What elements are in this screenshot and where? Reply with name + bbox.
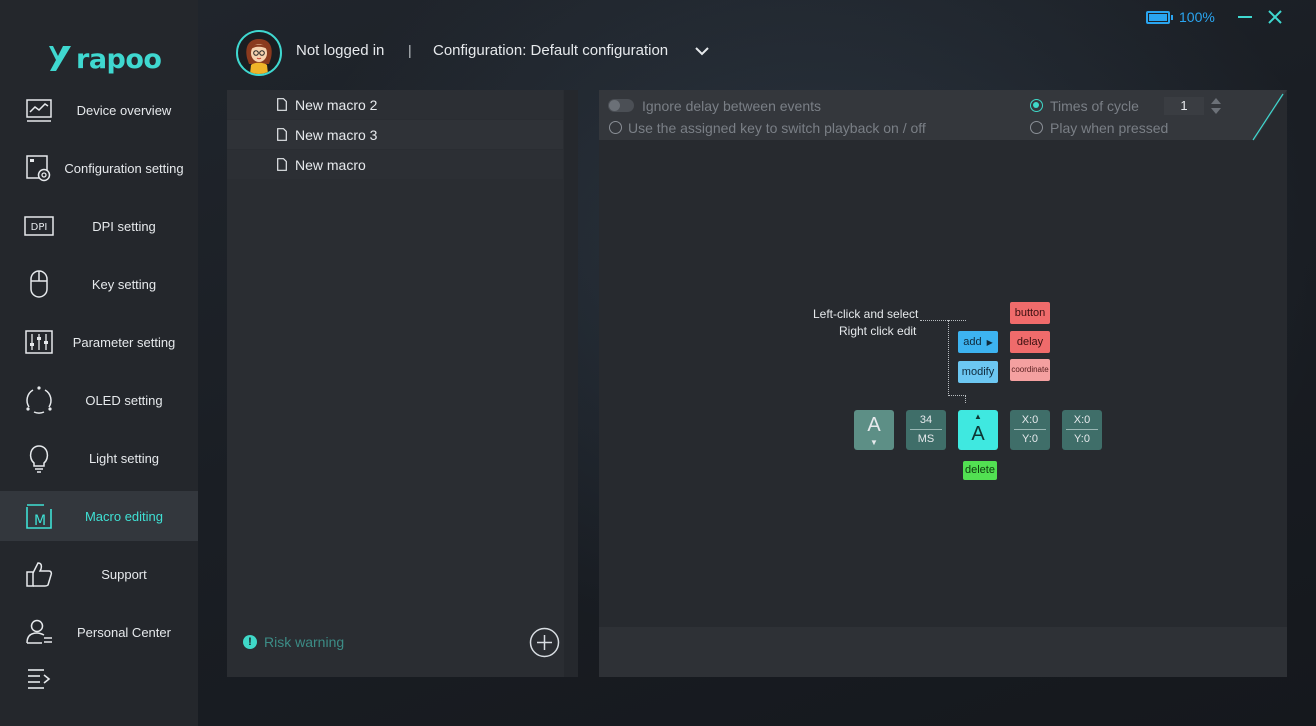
sidebar: rapoo Device overview Configuration sett… (0, 0, 198, 726)
macro-event-key-down[interactable]: A ▼ (854, 410, 894, 450)
rapoo-v-logo-icon (37, 46, 71, 71)
macro-editor-panel (599, 90, 1287, 677)
sidebar-item-light-setting[interactable]: Light setting (0, 433, 198, 483)
sidebar-item-label: DPI setting (92, 218, 156, 234)
sidebar-item-label: Support (101, 566, 147, 582)
sidebar-item-key-setting[interactable]: Key setting (0, 259, 198, 309)
sidebar-item-personal-center[interactable]: Personal Center (0, 607, 198, 657)
menu-collapse-icon[interactable] (26, 666, 52, 692)
add-coordinate-button[interactable]: coordinate (1010, 359, 1050, 381)
sidebar-item-support[interactable]: Support (0, 549, 198, 599)
ignore-delay-toggle[interactable] (608, 99, 634, 112)
macro-list-panel: New macro 2 New macro 3 New macro (227, 90, 578, 677)
macro-list-item[interactable]: New macro (227, 150, 563, 179)
rapoo-logo: rapoo (36, 40, 162, 76)
event-delay-value: 34 (919, 414, 933, 426)
add-macro-button[interactable] (529, 627, 560, 658)
sidebar-item-device-overview[interactable]: Device overview (0, 85, 198, 135)
close-icon[interactable] (1266, 8, 1284, 26)
sidebar-item-label: Macro editing (84, 508, 164, 524)
add-button[interactable]: add ▶ (958, 331, 998, 353)
assigned-key-radio[interactable] (609, 121, 622, 134)
macro-list-item[interactable]: New macro 2 (227, 90, 563, 119)
minimize-icon[interactable] (1236, 8, 1254, 26)
macro-event-delay[interactable]: 34 MS (906, 410, 946, 450)
warning-icon: ! (243, 635, 257, 649)
play-when-pressed-label: Play when pressed (1050, 120, 1169, 136)
avatar-girl-icon (246, 39, 272, 74)
configuration-selector[interactable]: Configuration: Default configuration (433, 42, 668, 59)
file-icon (277, 98, 287, 111)
macro-list-label: New macro 3 (295, 126, 378, 143)
sidebar-item-label: OLED setting (85, 392, 163, 408)
macro-list-item[interactable]: New macro 3 (227, 120, 563, 149)
sidebar-item-label: Device overview (76, 102, 172, 118)
event-coord-y: Y:0 (1022, 433, 1038, 445)
add-button-label: add (963, 336, 982, 348)
sidebar-item-configuration-setting[interactable]: Configuration setting (0, 143, 198, 193)
sidebar-item-label: Parameter setting (72, 334, 176, 350)
hint-left-click: Left-click and select (813, 307, 919, 321)
sidebar-item-label: Personal Center (77, 624, 171, 640)
modify-button[interactable]: modify (958, 361, 998, 383)
file-icon (277, 158, 287, 171)
event-delay-unit: MS (917, 433, 935, 445)
macro-event-coordinate[interactable]: X:0 Y:0 (1062, 410, 1102, 450)
battery-icon (1146, 11, 1173, 24)
avatar[interactable] (236, 30, 282, 76)
cycle-count-input[interactable]: 1 (1164, 97, 1204, 115)
hint-connector-line (948, 395, 966, 396)
sidebar-item-label: Key setting (91, 276, 157, 292)
event-coord-x: X:0 (1021, 414, 1039, 426)
editor-bottom-bar (599, 627, 1287, 677)
times-of-cycle-radio[interactable] (1030, 99, 1043, 112)
sidebar-item-label: Light setting (88, 450, 160, 466)
battery-percentage: 100% (1179, 9, 1215, 25)
risk-warning[interactable]: ! Risk warning (243, 634, 344, 650)
cycle-stepper-icon[interactable] (1210, 96, 1222, 116)
sidebar-item-oled-setting[interactable]: OLED setting (0, 375, 198, 425)
event-key-label: A (867, 414, 881, 436)
hint-connector-line (948, 320, 949, 396)
sidebar-item-dpi-setting[interactable]: DPI DPI setting (0, 201, 198, 251)
macro-event-key-up-selected[interactable]: ▲ A (958, 410, 998, 450)
event-coord-x: X:0 (1073, 414, 1091, 426)
macro-list-label: New macro (295, 156, 366, 173)
play-when-pressed-radio[interactable] (1030, 121, 1043, 134)
sidebar-item-label: Configuration setting (64, 160, 184, 176)
chevron-down-icon[interactable] (694, 43, 710, 59)
hint-right-click: Right click edit (839, 324, 917, 338)
arrow-down-icon: ▼ (870, 438, 878, 447)
svg-text:M: M (34, 513, 46, 529)
add-delay-button[interactable]: delay (1010, 331, 1050, 353)
logo-text: rapoo (76, 43, 162, 75)
add-button-event-button[interactable]: button (1010, 302, 1050, 324)
arrow-up-icon: ▲ (974, 412, 982, 421)
event-coord-y: Y:0 (1074, 433, 1090, 445)
assigned-key-label: Use the assigned key to switch playback … (628, 120, 926, 136)
svg-text:DPI: DPI (31, 222, 48, 233)
times-of-cycle-label: Times of cycle (1050, 98, 1139, 114)
delete-button[interactable]: delete (963, 461, 997, 480)
login-status[interactable]: Not logged in (296, 42, 384, 59)
event-key-label: A (971, 423, 985, 445)
hint-connector-line (920, 320, 966, 321)
macro-list-label: New macro 2 (295, 96, 378, 113)
header-separator: | (408, 42, 412, 58)
caret-right-icon: ▶ (986, 338, 993, 347)
risk-warning-label: Risk warning (264, 634, 345, 650)
macro-list-scrollbar[interactable] (564, 90, 578, 677)
sidebar-item-macro-editing[interactable]: M Macro editing (0, 491, 198, 541)
hint-connector-line (965, 395, 966, 403)
macro-event-coordinate[interactable]: X:0 Y:0 (1010, 410, 1050, 450)
ignore-delay-label: Ignore delay between events (642, 98, 822, 114)
sidebar-item-parameter-setting[interactable]: Parameter setting (0, 317, 198, 367)
file-icon (277, 128, 287, 141)
